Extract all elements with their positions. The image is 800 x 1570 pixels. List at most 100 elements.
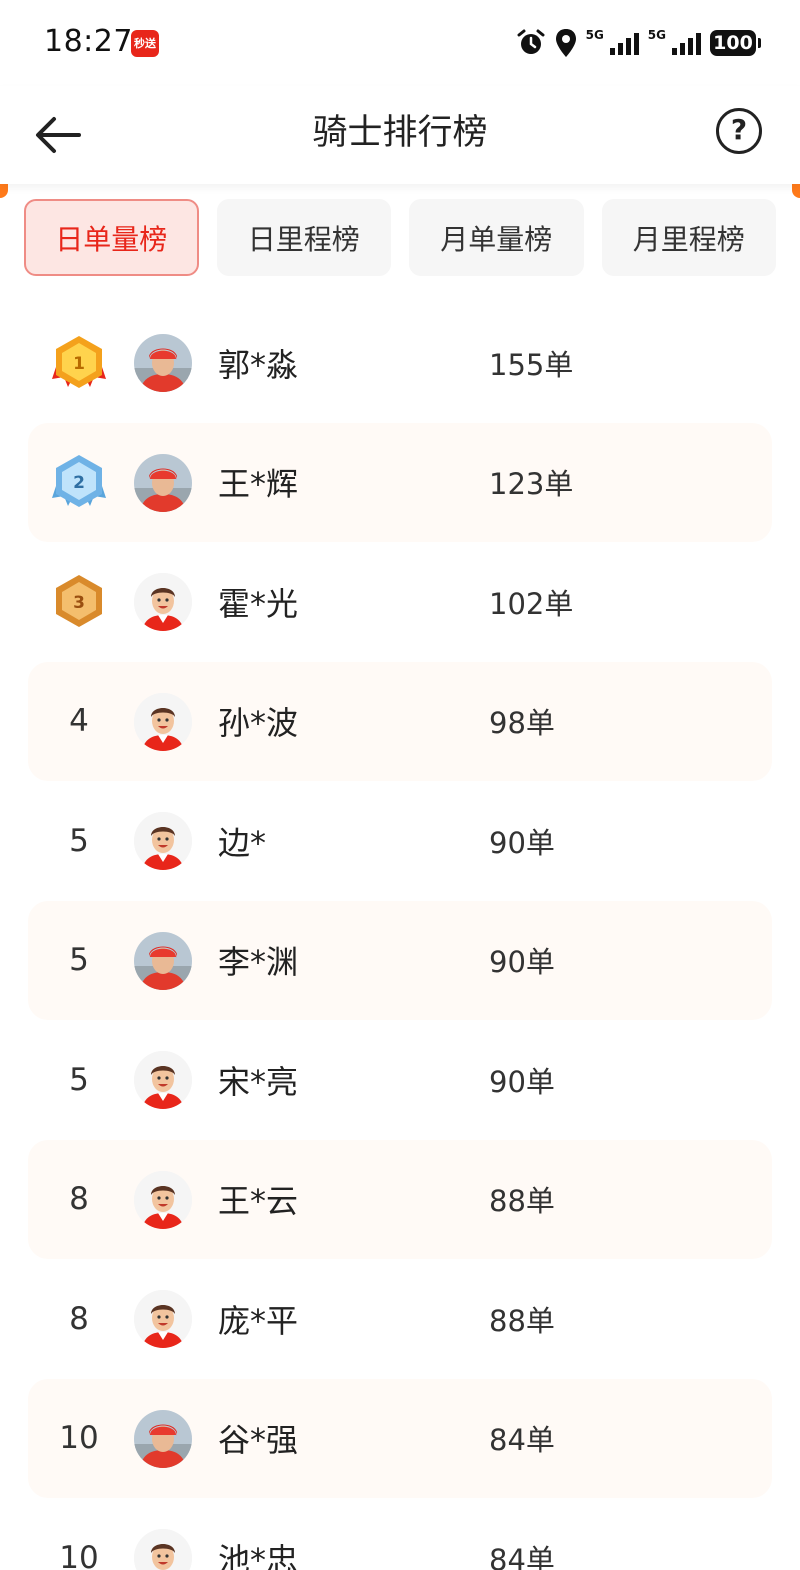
ranking-row[interactable]: 3 霍*光 102单 (28, 542, 772, 662)
help-button[interactable]: ? (716, 108, 762, 154)
rank-cell: 5 (48, 781, 110, 901)
avatar-cartoon-icon (134, 1051, 192, 1109)
rank-cell: 1 (48, 303, 110, 423)
medal-rank-number: 3 (73, 593, 85, 613)
avatar (134, 334, 192, 392)
rank-cell: 5 (48, 901, 110, 1021)
order-count: 123单 (489, 467, 574, 502)
page-title: 骑士排行榜 (312, 113, 488, 153)
avatar-cartoon-icon (134, 1170, 192, 1229)
silver-medal-icon: 2 (52, 455, 106, 508)
rank-cell: 10 (48, 1498, 110, 1570)
rider-name: 边* (218, 823, 267, 862)
avatar (134, 1409, 192, 1468)
ranking-row[interactable]: 5 边* 90单 (28, 781, 772, 901)
rider-name: 王*云 (218, 1182, 299, 1221)
avatar-photo (134, 1409, 192, 1468)
rank-cell: 3 (48, 542, 110, 662)
rank-number: 5 (69, 822, 89, 859)
signal-bars-icon (672, 33, 701, 55)
status-bar: 18:27 秒送 5G 5G 100 (0, 0, 800, 86)
ranking-tabs: 日单量榜 日里程榜 月单量榜 月里程榜 (24, 199, 777, 277)
avatar (134, 692, 192, 751)
system-icons: 5G 5G 100 (516, 26, 761, 60)
order-count: 84单 (489, 1542, 555, 1570)
ranking-row[interactable]: 1 郭*淼 155单 (28, 303, 772, 423)
alarm-icon (517, 29, 545, 54)
rider-name: 宋*亮 (218, 1062, 299, 1101)
avatar-photo (134, 453, 192, 512)
tab-daily-orders[interactable]: 日单量榜 (24, 199, 199, 276)
avatar-cartoon-icon (134, 692, 192, 751)
rank-number: 5 (69, 942, 89, 979)
signal-1-label: 5G (585, 28, 604, 42)
avatar (134, 573, 192, 631)
order-count: 90单 (489, 945, 555, 980)
signal-bars-icon (609, 33, 639, 55)
avatar (134, 1170, 192, 1229)
order-count: 155单 (489, 347, 574, 382)
avatar-photo (134, 931, 192, 990)
header-accent (0, 182, 8, 198)
ranking-row[interactable]: 5 宋*亮 90单 (28, 1020, 772, 1140)
ranking-row[interactable]: 10 池*忠 84单 (28, 1498, 772, 1570)
rider-name: 霍*光 (218, 584, 299, 623)
avatar (134, 931, 192, 990)
order-count: 88单 (489, 1303, 555, 1338)
rank-number: 8 (69, 1300, 89, 1337)
order-count: 88单 (489, 1184, 555, 1219)
ranking-row[interactable]: 8 王*云 88单 (28, 1139, 772, 1260)
rank-number: 10 (59, 1539, 99, 1570)
location-icon (555, 29, 576, 57)
status-time: 18:27 (44, 24, 133, 59)
rank-cell: 8 (48, 1259, 110, 1379)
avatar (134, 1051, 192, 1109)
order-count: 98单 (489, 706, 555, 741)
order-count: 102单 (489, 586, 574, 621)
order-count: 84单 (489, 1423, 555, 1458)
ranking-list: 1 郭*淼 155单 2 王*辉 123单 3 霍*光 102单 4 孙*波 98单 5 边* 90单 5 李*… (0, 303, 800, 1570)
ranking-row[interactable]: 5 李*渊 90单 (28, 900, 772, 1021)
rider-name: 郭*淼 (218, 345, 299, 384)
rank-cell: 4 (48, 662, 110, 782)
rider-name: 李*渊 (218, 943, 299, 982)
avatar-cartoon-icon (134, 1290, 192, 1348)
avatar-photo (134, 334, 192, 392)
rank-cell: 5 (48, 1020, 110, 1140)
ranking-row[interactable]: 4 孙*波 98单 (28, 661, 772, 782)
rank-cell: 8 (48, 1140, 110, 1260)
ranking-row[interactable]: 8 庞*平 88单 (28, 1259, 772, 1379)
page-header: 骑士排行榜 ? (0, 86, 800, 184)
battery-icon: 100 (710, 30, 761, 56)
rider-name: 王*辉 (218, 465, 299, 504)
ranking-row[interactable]: 10 谷*强 84单 (28, 1378, 772, 1499)
rank-cell: 10 (48, 1379, 110, 1499)
avatar (134, 812, 192, 870)
medal-rank-number: 2 (73, 473, 85, 493)
avatar-cartoon-icon (134, 1529, 192, 1570)
avatar (134, 1529, 192, 1570)
tab-monthly-orders[interactable]: 月单量榜 (409, 199, 584, 276)
header-accent (792, 182, 800, 198)
medal-rank-number: 1 (73, 354, 85, 374)
ranking-row[interactable]: 2 王*辉 123单 (28, 422, 772, 543)
avatar (134, 453, 192, 512)
tab-daily-mileage[interactable]: 日里程榜 (216, 199, 392, 276)
order-count: 90单 (489, 1064, 555, 1099)
rank-number: 10 (59, 1420, 99, 1457)
rank-number: 4 (69, 703, 89, 740)
rank-number: 5 (69, 1061, 89, 1098)
avatar-cartoon-icon (134, 573, 192, 631)
bronze-medal-icon: 3 (56, 574, 102, 627)
app-notification-icon: 秒送 (131, 30, 159, 57)
rider-name: 池*忠 (218, 1540, 299, 1570)
signal-2-label: 5G (647, 28, 666, 42)
gold-medal-icon: 1 (52, 335, 106, 388)
rider-name: 谷*强 (218, 1421, 299, 1460)
rank-number: 8 (69, 1181, 89, 1218)
tab-monthly-mileage[interactable]: 月里程榜 (601, 199, 777, 276)
rank-cell: 2 (48, 423, 110, 543)
rider-name: 孙*波 (218, 704, 299, 743)
rider-name: 庞*平 (218, 1301, 299, 1340)
avatar-cartoon-icon (134, 812, 192, 870)
